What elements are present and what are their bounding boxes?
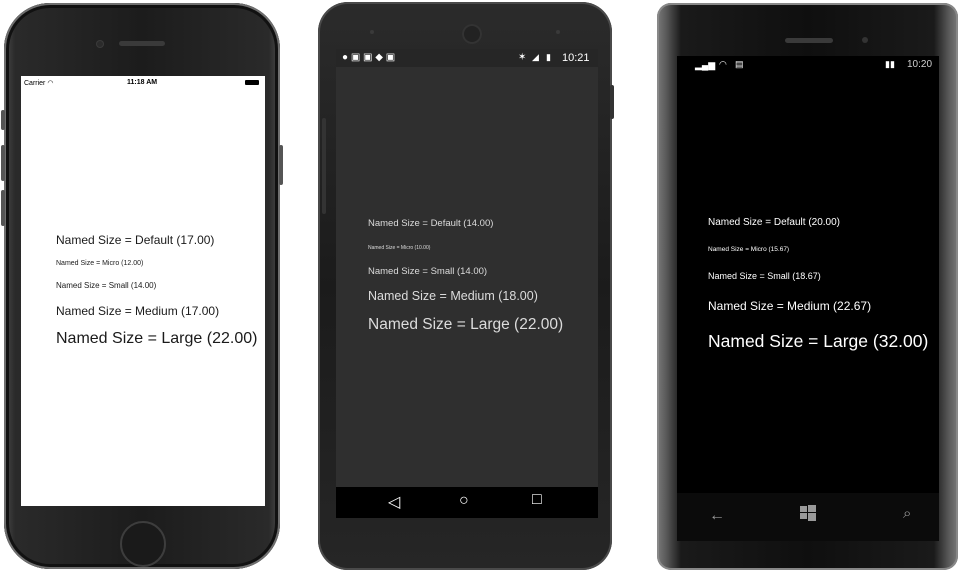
home-icon[interactable]: ○ — [459, 492, 469, 510]
iphone-home-button[interactable] — [120, 521, 166, 567]
search-icon[interactable]: ⌕ — [903, 505, 911, 522]
windows-phone-screen: ▂▄▆ ◠ ▤ ▮▮ 10:20 Named Size = Default (2… — [677, 56, 939, 493]
ios-carrier-label: Carrier ◠ — [24, 79, 53, 87]
message-icon: ▤ — [735, 59, 744, 69]
iphone-volume-down-button — [1, 190, 5, 226]
back-icon[interactable]: ← — [709, 507, 725, 525]
ios-label-small: Named Size = Small (14.00) — [56, 281, 157, 290]
windows-logo-icon — [800, 505, 816, 521]
wp-label-micro: Named Size = Micro (15.67) — [708, 246, 790, 253]
android-nav-bar: ◁ ○ □ — [336, 487, 598, 518]
android-status-bar: ● ▣ ▣ ◆ ▣ ✶ ◢ ▮ 10:21 — [336, 49, 598, 67]
ios-label-large: Named Size = Large (22.00) — [56, 330, 258, 347]
wp-label-medium: Named Size = Medium (22.67) — [708, 299, 872, 313]
android-label-medium: Named Size = Medium (18.00) — [368, 289, 538, 303]
android-front-camera — [462, 24, 482, 44]
iphone-earpiece — [119, 41, 165, 46]
wp-status-bar: ▂▄▆ ◠ ▤ ▮▮ 10:20 — [677, 56, 939, 74]
wp-label-small: Named Size = Small (18.67) — [708, 271, 821, 281]
android-volume-button — [322, 118, 326, 214]
battery-icon: ▮ — [546, 52, 551, 62]
wp-clock: 10:20 — [907, 59, 933, 70]
android-sensor — [370, 30, 374, 34]
iphone-screen: Carrier ◠ 11:18 AM Named Size = Default … — [21, 76, 265, 506]
ios-label-default: Named Size = Default (17.00) — [56, 233, 215, 247]
android-sensor — [556, 30, 560, 34]
wp-nav-bar: ← ⌕ — [677, 493, 939, 541]
windows-start-icon[interactable] — [800, 505, 816, 521]
ios-label-medium: Named Size = Medium (17.00) — [56, 304, 220, 318]
notification-icons: ● ▣ ▣ ◆ ▣ — [342, 52, 396, 63]
iphone-front-camera — [96, 40, 104, 48]
android-clock: 10:21 — [562, 52, 590, 64]
android-power-button — [610, 85, 614, 119]
signal-icon: ▂▄▆ — [695, 60, 716, 70]
windows-phone-front-camera — [862, 37, 868, 43]
battery-icon — [245, 80, 259, 85]
ios-status-bar: Carrier ◠ 11:18 AM — [21, 76, 265, 90]
bluetooth-icon: ✶ — [518, 52, 527, 63]
recents-icon[interactable]: □ — [532, 491, 542, 509]
battery-icon: ▮▮ — [885, 59, 895, 69]
android-screen: ● ▣ ▣ ◆ ▣ ✶ ◢ ▮ 10:21 Named Size = Defau… — [336, 49, 598, 518]
ios-label-micro: Named Size = Micro (12.00) — [56, 260, 144, 267]
iphone-mute-switch — [1, 110, 5, 130]
iphone-volume-up-button — [1, 145, 5, 181]
wifi-icon: ◠ — [47, 80, 54, 87]
android-label-micro: Named Size = Micro (10.00) — [368, 245, 431, 251]
signal-icon: ◢ — [532, 52, 539, 62]
iphone-power-button — [279, 145, 283, 185]
ios-clock: 11:18 AM — [127, 79, 158, 86]
wp-label-default: Named Size = Default (20.00) — [708, 217, 841, 228]
back-icon[interactable]: ◁ — [388, 492, 400, 512]
android-label-small: Named Size = Small (14.00) — [368, 266, 488, 277]
ios-carrier-text: Carrier — [24, 80, 46, 87]
wp-label-large: Named Size = Large (32.00) — [708, 331, 929, 351]
windows-phone-earpiece — [785, 38, 833, 43]
wifi-icon: ◠ — [719, 59, 727, 69]
android-label-default: Named Size = Default (14.00) — [368, 218, 494, 229]
android-label-large: Named Size = Large (22.00) — [368, 316, 564, 333]
